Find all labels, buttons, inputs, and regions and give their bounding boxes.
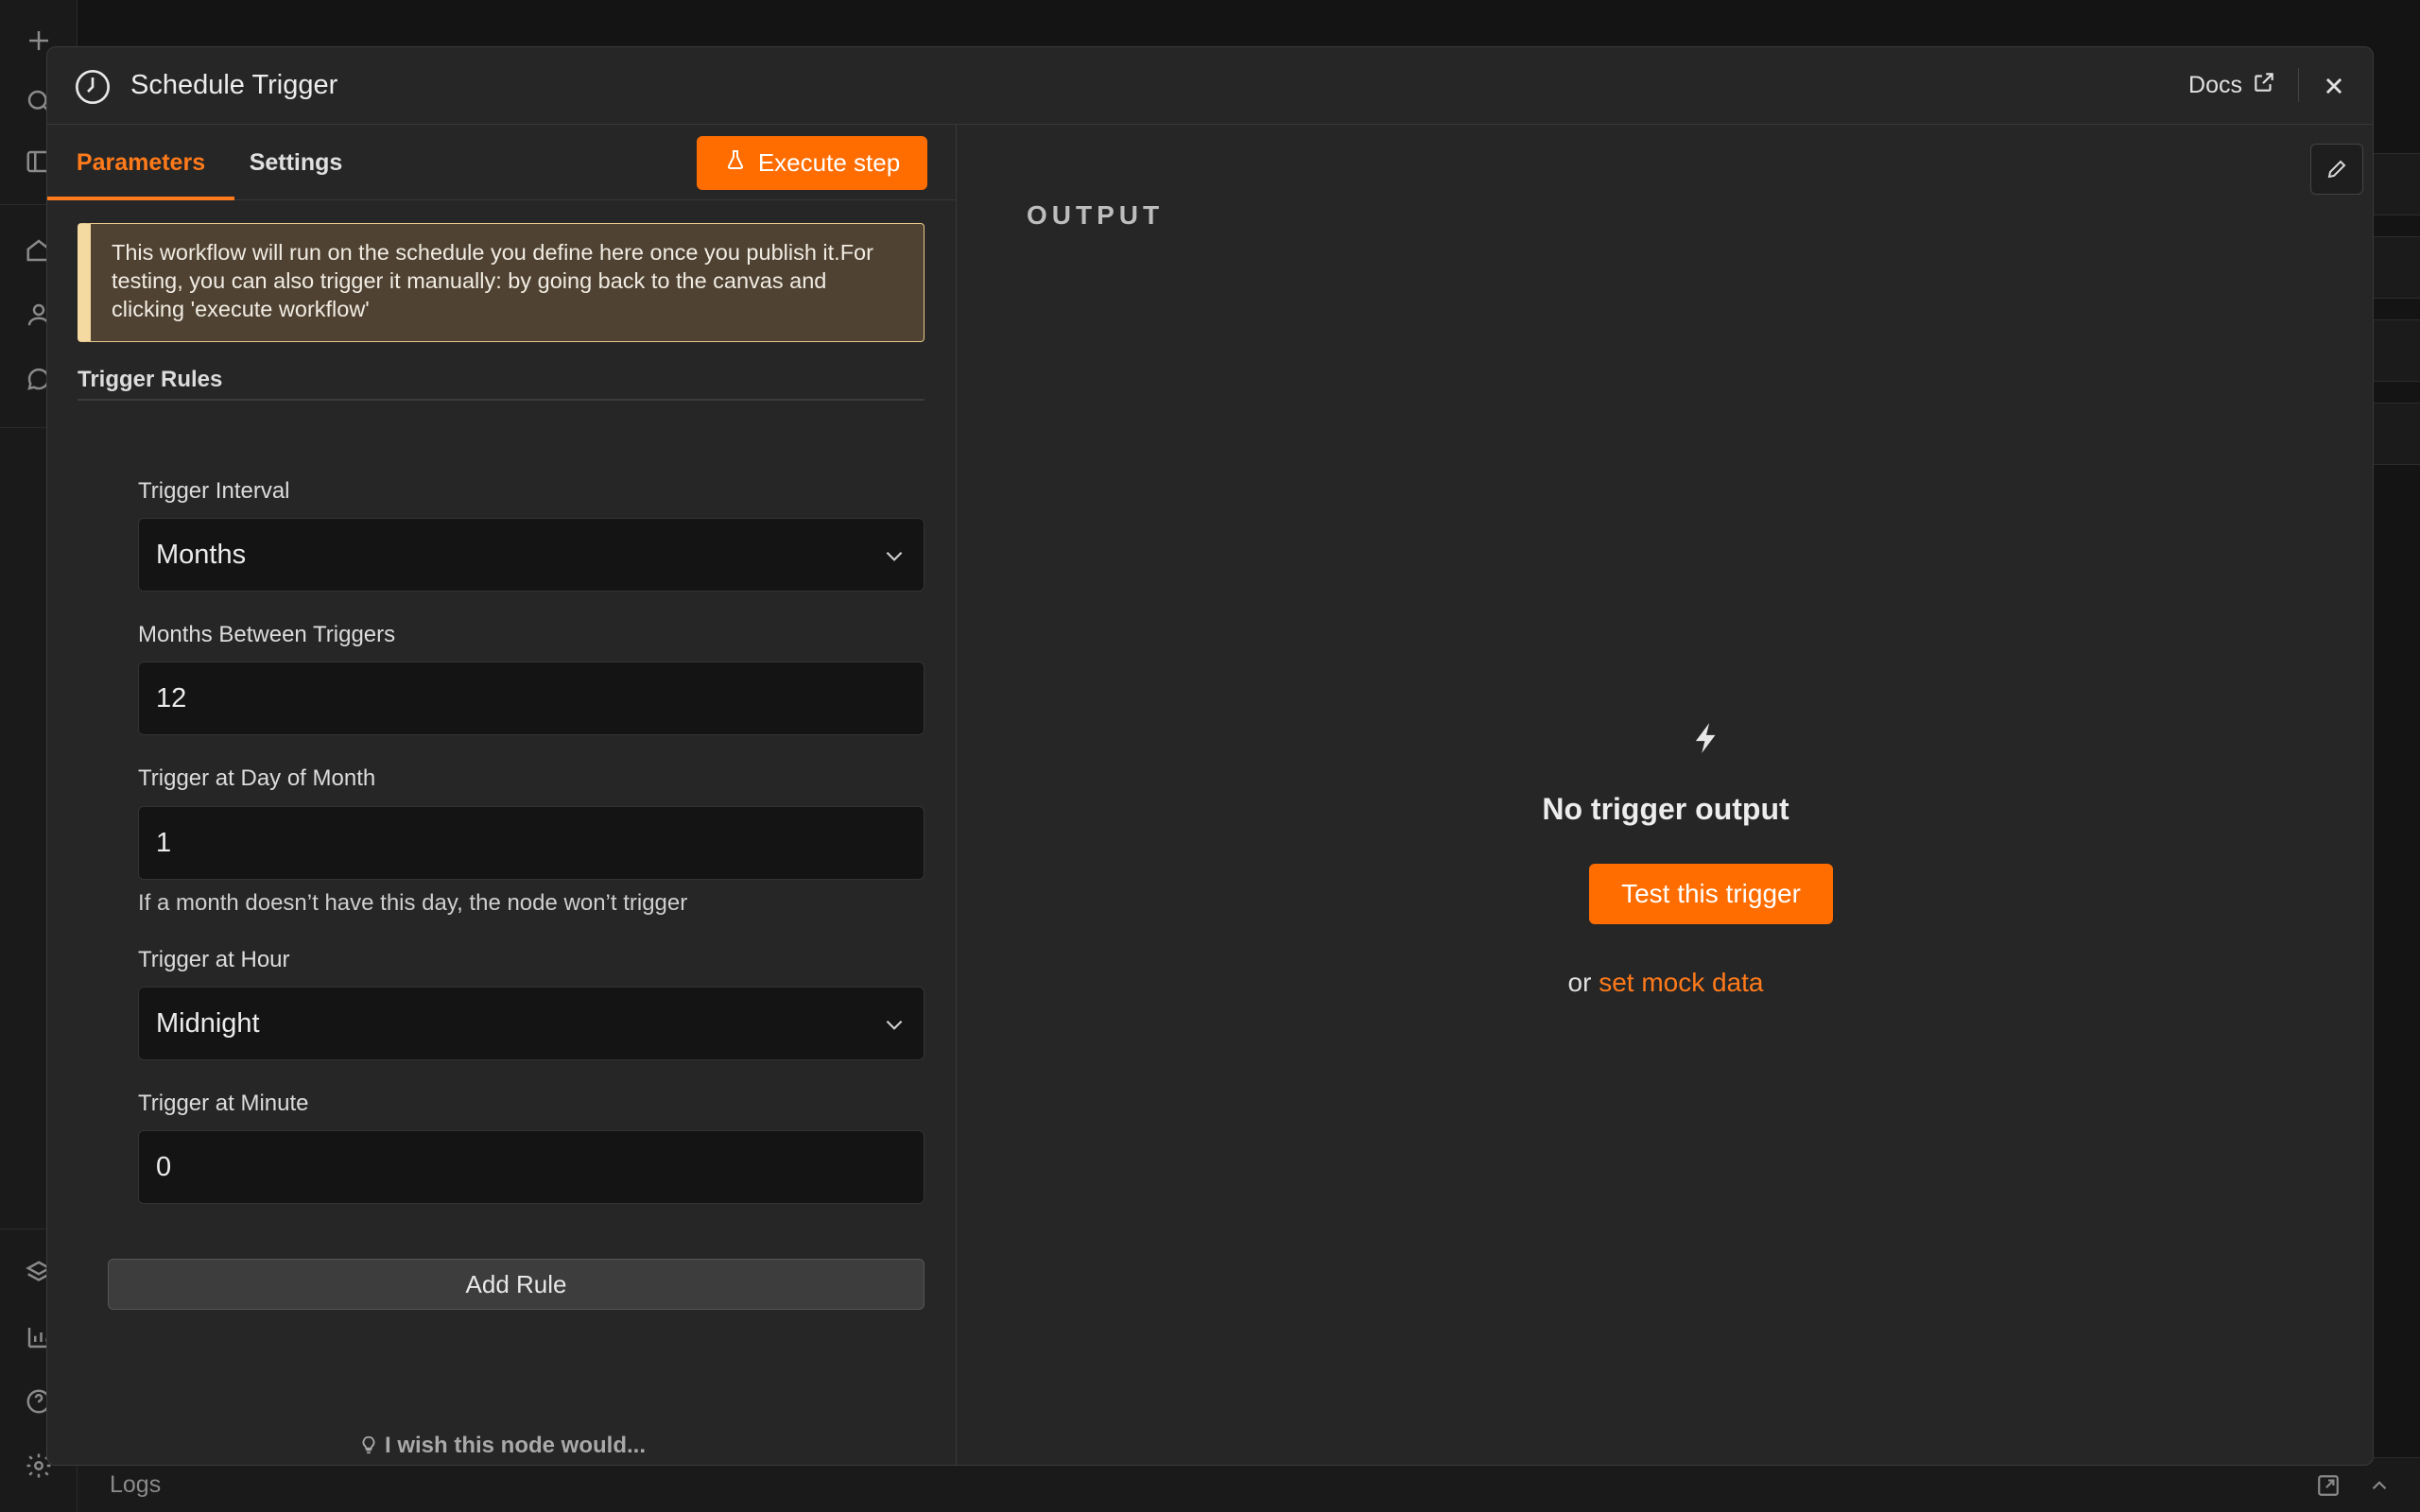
mock-data-line: or set mock data [957, 968, 2373, 998]
trigger-interval-label: Trigger Interval [138, 478, 290, 504]
trigger-hour-value: Midnight [156, 1008, 260, 1039]
logs-label: Logs [110, 1471, 162, 1498]
trigger-hour-label: Trigger at Hour [138, 947, 290, 972]
trigger-interval-value: Months [156, 540, 247, 570]
tab-settings[interactable]: Settings [234, 125, 357, 200]
section-divider [78, 399, 925, 401]
months-between-label: Months Between Triggers [138, 622, 396, 647]
months-between-input[interactable]: 12 [138, 662, 925, 735]
add-rule-button[interactable]: Add Rule [108, 1259, 925, 1310]
trigger-minute-label: Trigger at Minute [138, 1091, 309, 1116]
set-mock-data-link[interactable]: set mock data [1599, 968, 1763, 997]
external-link-icon [2252, 70, 2276, 101]
docs-link[interactable]: Docs [2188, 70, 2276, 101]
tab-bar: Parameters Settings Execute step [47, 125, 956, 200]
execute-step-button[interactable]: Execute step [697, 136, 927, 190]
tab-parameters[interactable]: Parameters [47, 125, 234, 200]
trigger-rules-title: Trigger Rules [78, 367, 223, 392]
modal-header: Schedule Trigger Docs [47, 47, 2373, 125]
day-of-month-value: 1 [156, 828, 172, 858]
edit-output-button[interactable] [2310, 144, 2363, 195]
trigger-minute-value: 0 [156, 1152, 172, 1182]
docs-label: Docs [2188, 72, 2242, 98]
day-of-month-input[interactable]: 1 [138, 806, 925, 880]
execute-step-label: Execute step [757, 148, 901, 177]
publish-notice: This workflow will run on the schedule y… [78, 223, 925, 342]
day-of-month-hint: If a month doesn’t have this day, the no… [138, 890, 688, 916]
or-text: or [1567, 968, 1592, 997]
feedback-label: I wish this node would... [385, 1433, 646, 1458]
feedback-link[interactable]: I wish this node would... [47, 1433, 957, 1459]
modal-title: Schedule Trigger [130, 70, 338, 100]
clock-icon [74, 68, 112, 106]
no-output-title: No trigger output [1542, 792, 1789, 826]
popout-icon[interactable] [2316, 1473, 2341, 1503]
test-trigger-button[interactable]: Test this trigger [1589, 864, 1833, 924]
parameters-panel: Parameters Settings Execute step This wo… [47, 125, 957, 1465]
lightning-bolt-icon [1688, 718, 1724, 758]
chevron-down-icon [882, 543, 907, 568]
chevron-down-icon [882, 1012, 907, 1037]
output-header: OUTPUT [1027, 200, 1165, 230]
node-details-modal: Schedule Trigger Docs Parameters Setting… [46, 46, 2374, 1466]
months-between-value: 12 [156, 683, 187, 713]
lightbulb-icon [358, 1433, 385, 1458]
trigger-interval-select[interactable]: Months [138, 518, 925, 592]
chevron-up-icon[interactable] [2367, 1473, 2392, 1503]
flask-icon [724, 148, 747, 178]
day-of-month-label: Trigger at Day of Month [138, 765, 376, 791]
trigger-hour-select[interactable]: Midnight [138, 987, 925, 1060]
close-icon[interactable] [2318, 70, 2350, 102]
trigger-minute-input[interactable]: 0 [138, 1130, 925, 1204]
output-panel: OUTPUT No trigger output Test this trigg… [957, 125, 2373, 1465]
